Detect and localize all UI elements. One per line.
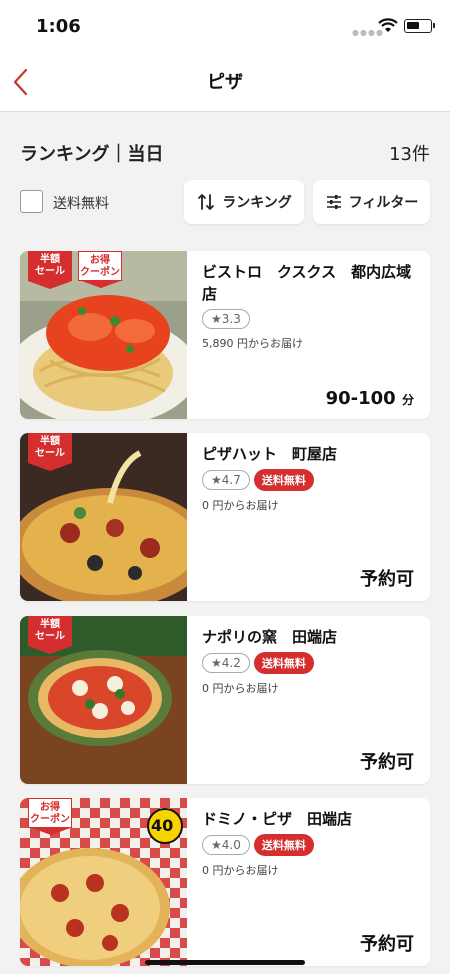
sort-button[interactable]: ランキング bbox=[184, 180, 304, 224]
free-shipping-badge: 送料無料 bbox=[253, 469, 314, 491]
promo-number: 40 bbox=[151, 816, 174, 835]
restaurant-card[interactable]: 半額 セール お得 クーポン ビストロ クスクス 都内広域店 ★3.3 5,890 … bbox=[20, 251, 430, 419]
reservation-status: 予約可 bbox=[360, 569, 414, 590]
restaurant-name: ビストロ クスクス 都内広域店 bbox=[202, 263, 412, 303]
restaurant-card[interactable]: 半額 セール ナポリの窯 田端店 ★4.2 送料無料 0 円からお届け 予約可 bbox=[20, 616, 430, 784]
eta-value: 90-100 bbox=[325, 388, 396, 409]
eta-unit: 分 bbox=[401, 393, 414, 407]
rating-badge: ★4.0 bbox=[202, 835, 250, 855]
restaurant-card[interactable]: 40 お得 クーポン ドミノ・ピザ 田端店 ★4.0 送料無料 0 円からお届け … bbox=[20, 798, 430, 966]
rating-badge: ★4.2 bbox=[202, 653, 250, 673]
half-price-badge: 半額 セール bbox=[28, 433, 72, 471]
home-indicator[interactable] bbox=[145, 960, 305, 965]
coupon-badge: お得 クーポン bbox=[78, 251, 123, 288]
battery-icon bbox=[404, 19, 435, 33]
min-order: 5,890 円からお届け bbox=[202, 337, 303, 350]
free-shipping-checkbox[interactable] bbox=[20, 190, 43, 213]
restaurant-card[interactable]: 半額 セール ピザハット 町屋店 ★4.7 送料無料 0 円からお届け 予約可 bbox=[20, 433, 430, 601]
min-order: 0 円からお届け bbox=[202, 499, 279, 512]
ranking-header: ランキング｜当日 13件 bbox=[20, 140, 430, 166]
restaurant-photo: 半額 セール bbox=[20, 616, 187, 784]
result-count: 13件 bbox=[389, 144, 430, 165]
filter-row: 送料無料 ランキング フィルター bbox=[20, 180, 430, 224]
half-price-badge: 半額 セール bbox=[28, 616, 72, 654]
free-shipping-badge: 送料無料 bbox=[253, 834, 314, 856]
status-time: 1:06 bbox=[36, 16, 81, 37]
restaurant-photo: 半額 セール お得 クーポン bbox=[20, 251, 187, 419]
min-order: 0 円からお届け bbox=[202, 682, 279, 695]
reservation-status: 予約可 bbox=[360, 934, 414, 955]
delivery-time: 90-100 分 bbox=[326, 388, 414, 409]
rating-badge: ★4.7 bbox=[202, 470, 250, 490]
sliders-icon bbox=[326, 195, 341, 209]
free-shipping-label[interactable]: 送料無料 bbox=[53, 193, 109, 213]
min-order: 0 円からお届け bbox=[202, 864, 279, 877]
restaurant-name: ドミノ・ピザ 田端店 bbox=[202, 810, 353, 828]
nav-bar: ピザ bbox=[0, 52, 450, 112]
coupon-badge: お得 クーポン bbox=[28, 798, 73, 835]
half-price-badge: 半額 セール bbox=[28, 251, 72, 289]
sort-label: ランキング bbox=[222, 195, 292, 211]
ranking-title: ランキング｜当日 bbox=[20, 144, 164, 165]
reservation-status: 予約可 bbox=[360, 752, 414, 773]
filter-label: フィルター bbox=[348, 195, 419, 211]
page-title: ピザ bbox=[207, 72, 243, 93]
rating-badge: ★3.3 bbox=[202, 309, 250, 329]
status-bar: 1:06 ●●●● bbox=[0, 0, 450, 52]
restaurant-photo: 40 お得 クーポン bbox=[20, 798, 187, 966]
restaurant-photo: 半額 セール bbox=[20, 433, 187, 601]
restaurant-name: ナポリの窯 田端店 bbox=[202, 628, 338, 646]
sort-icon bbox=[198, 194, 215, 210]
free-shipping-badge: 送料無料 bbox=[253, 652, 314, 674]
wifi-icon bbox=[378, 18, 398, 32]
filter-button[interactable]: フィルター bbox=[313, 180, 430, 224]
restaurant-name: ピザハット 町屋店 bbox=[202, 445, 338, 463]
